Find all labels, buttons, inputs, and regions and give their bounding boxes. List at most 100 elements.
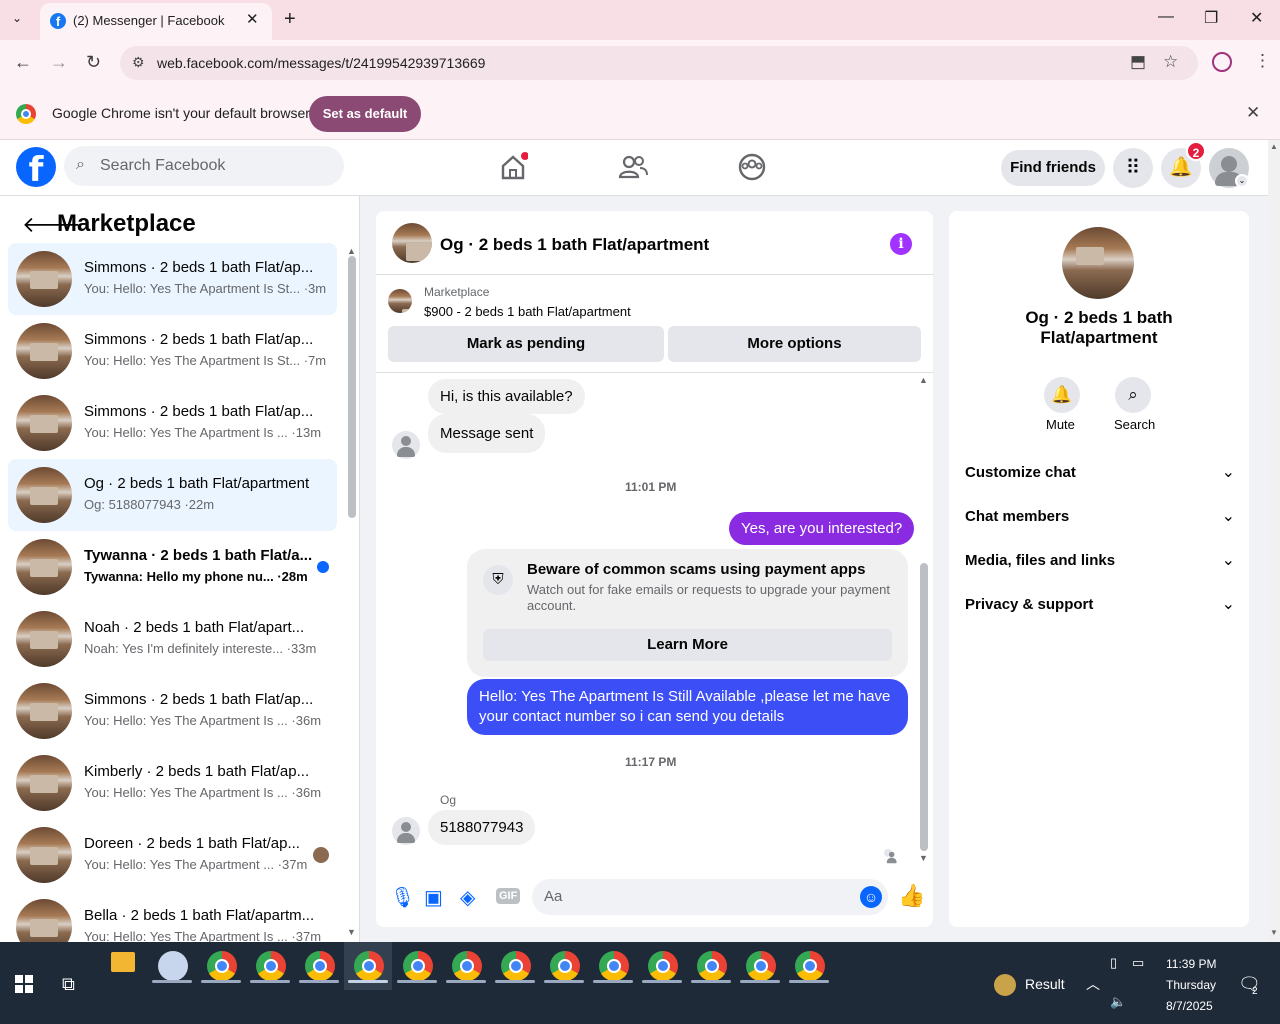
chrome-profile-icon[interactable] <box>648 951 678 981</box>
minimize-icon[interactable]: — <box>1158 8 1174 26</box>
thread-scrollbar[interactable] <box>920 563 928 851</box>
account-avatar[interactable]: ⌄ <box>1209 148 1249 188</box>
message-placeholder: Aa <box>544 888 563 905</box>
infobar-close-icon[interactable]: ✕ <box>1246 103 1260 123</box>
chrome-profile-icon[interactable] <box>256 951 286 981</box>
more-options-button[interactable]: More options <box>668 326 921 362</box>
widget-result-label[interactable]: Result <box>1025 976 1065 992</box>
microphone-icon[interactable]: 🎙 <box>390 885 415 910</box>
chat-members-section[interactable]: Chat members ⌄ <box>965 497 1235 537</box>
message-input[interactable]: Aa ☺ <box>532 879 888 915</box>
chrome-profile-icon[interactable] <box>452 951 482 981</box>
listing-thumbnail <box>16 539 72 595</box>
conversation-item[interactable]: Tywanna · 2 beds 1 bath Flat/a... Tywann… <box>8 531 337 603</box>
sidebar-scrollbar[interactable] <box>348 256 356 518</box>
conversation-item[interactable]: Simmons · 2 beds 1 bath Flat/ap... You: … <box>8 243 337 315</box>
chrome-profile-icon[interactable] <box>746 951 776 981</box>
page-scrollbar[interactable]: ▲ ▼ <box>1268 140 1280 942</box>
home-icon[interactable] <box>498 152 528 182</box>
chrome-profile-icon[interactable] <box>795 951 825 981</box>
friends-icon[interactable] <box>618 152 648 182</box>
mark-as-pending-button[interactable]: Mark as pending <box>388 326 664 362</box>
customize-chat-section[interactable]: Customize chat ⌄ <box>965 453 1235 493</box>
active-indicator <box>446 980 486 983</box>
mute-bell-icon[interactable]: 🔔 <box>1044 377 1080 413</box>
back-icon[interactable]: ← <box>14 52 32 73</box>
volume-icon[interactable]: 🔈 <box>1110 994 1126 1010</box>
conversation-item[interactable]: Bella · 2 beds 1 bath Flat/apartm... You… <box>8 891 337 942</box>
chrome-icon[interactable] <box>207 951 237 981</box>
chrome-menu-icon[interactable]: ⋮ <box>1254 51 1271 71</box>
listing-thumbnail <box>16 395 72 451</box>
scroll-up-arrow-icon[interactable]: ▲ <box>347 246 356 256</box>
windows-start-icon[interactable] <box>15 975 33 993</box>
outgoing-message: Hello: Yes The Apartment Is Still Availa… <box>467 679 908 735</box>
file-explorer-icon[interactable] <box>111 952 135 972</box>
window-close-icon[interactable]: ✕ <box>1250 8 1263 28</box>
details-avatar[interactable] <box>1062 227 1134 299</box>
info-icon[interactable]: i <box>890 233 912 255</box>
profile-icon[interactable] <box>1212 52 1232 72</box>
conversation-item[interactable]: Noah · 2 beds 1 bath Flat/apart... Noah:… <box>8 603 337 675</box>
tab-search-chevron-icon[interactable]: ⌄ <box>12 11 22 25</box>
restore-icon[interactable]: ❐ <box>1204 8 1218 28</box>
url-text[interactable]: web.facebook.com/messages/t/241995429397… <box>157 55 485 71</box>
photo-icon[interactable]: ▣ <box>424 885 443 910</box>
scroll-down-arrow-icon[interactable]: ▼ <box>919 853 928 863</box>
find-friends-button[interactable]: Find friends <box>1001 150 1105 186</box>
weather-icon[interactable] <box>994 974 1016 996</box>
task-view-icon[interactable]: ⧉ <box>62 974 75 995</box>
chrome-profile-icon[interactable] <box>599 951 629 981</box>
close-tab-icon[interactable]: ✕ <box>246 10 259 28</box>
chrome-profile-icon[interactable] <box>501 951 531 981</box>
install-app-icon[interactable]: ⬒ <box>1130 52 1146 72</box>
conversation-item[interactable]: Kimberly · 2 beds 1 bath Flat/ap... You:… <box>8 747 337 819</box>
chrome-profile-icon[interactable] <box>354 951 384 981</box>
scroll-up-arrow-icon[interactable]: ▲ <box>919 375 928 385</box>
facebook-search-input[interactable]: ⌕ Search Facebook <box>64 146 344 186</box>
conversation-item-active[interactable]: Og · 2 beds 1 bath Flat/apartment Og: 51… <box>8 459 337 531</box>
bookmark-star-icon[interactable]: ☆ <box>1163 52 1178 72</box>
app-icon[interactable] <box>158 951 188 981</box>
chat-title[interactable]: Og · 2 beds 1 bath Flat/apartment <box>440 235 709 255</box>
network-icon[interactable]: ▭ <box>1132 955 1144 971</box>
conversation-preview: You: Hello: Yes The Apartment Is ... ·36… <box>84 785 322 800</box>
conversation-item[interactable]: Simmons · 2 beds 1 bath Flat/ap... You: … <box>8 315 337 387</box>
device-icon[interactable]: ▯ <box>1110 955 1117 971</box>
menu-grid-icon[interactable]: ⠿ <box>1113 148 1153 188</box>
sticker-icon[interactable]: ◈ <box>460 885 475 910</box>
conversation-item[interactable]: Doreen · 2 beds 1 bath Flat/ap... You: H… <box>8 819 337 891</box>
forward-icon[interactable]: → <box>50 52 68 73</box>
conversation-item[interactable]: Simmons · 2 beds 1 bath Flat/ap... You: … <box>8 387 337 459</box>
scroll-up-arrow-icon[interactable]: ▲ <box>1270 142 1278 151</box>
sender-name: Og <box>440 793 457 807</box>
privacy-support-section[interactable]: Privacy & support ⌄ <box>965 585 1235 625</box>
reload-icon[interactable]: ↻ <box>86 52 101 73</box>
chrome-profile-icon[interactable] <box>305 951 335 981</box>
chrome-profile-icon[interactable] <box>403 951 433 981</box>
listing-thumbnail <box>16 899 72 942</box>
emoji-icon[interactable]: ☺ <box>860 886 882 908</box>
scroll-down-arrow-icon[interactable]: ▼ <box>1270 928 1278 937</box>
chrome-profile-icon[interactable] <box>697 951 727 981</box>
thumbs-up-icon[interactable]: 👍 <box>898 883 925 909</box>
browser-tab[interactable]: f (2) Messenger | Facebook ✕ <box>40 3 272 40</box>
scroll-down-arrow-icon[interactable]: ▼ <box>347 927 356 937</box>
site-info-icon[interactable]: ⚙ <box>132 54 145 71</box>
gif-icon[interactable]: GIF <box>496 888 521 904</box>
chat-avatar[interactable] <box>392 223 432 263</box>
windows-taskbar: ⧉ Result ︿ ▯ ▭ 🔈 11:39 PM Thursday 8/7/2… <box>0 942 1280 1024</box>
new-tab-icon[interactable]: + <box>284 8 296 31</box>
facebook-logo-icon[interactable]: f <box>16 147 56 190</box>
search-icon[interactable]: ⌕ <box>1115 377 1151 413</box>
listing-price[interactable]: $900 - 2 beds 1 bath Flat/apartment <box>424 304 631 319</box>
conversation-item[interactable]: Simmons · 2 beds 1 bath Flat/ap... You: … <box>8 675 337 747</box>
media-files-links-section[interactable]: Media, files and links ⌄ <box>965 541 1235 581</box>
omnibox[interactable]: ⚙ web.facebook.com/messages/t/2419954293… <box>120 46 1198 80</box>
show-hidden-icons-chevron-icon[interactable]: ︿ <box>1086 974 1100 994</box>
groups-icon[interactable] <box>737 152 767 182</box>
chrome-profile-icon[interactable] <box>550 951 580 981</box>
learn-more-button[interactable]: Learn More <box>483 629 892 661</box>
set-as-default-button[interactable]: Set as default <box>309 96 421 132</box>
clock[interactable]: 11:39 PM Thursday 8/7/2025 <box>1166 954 1216 1017</box>
